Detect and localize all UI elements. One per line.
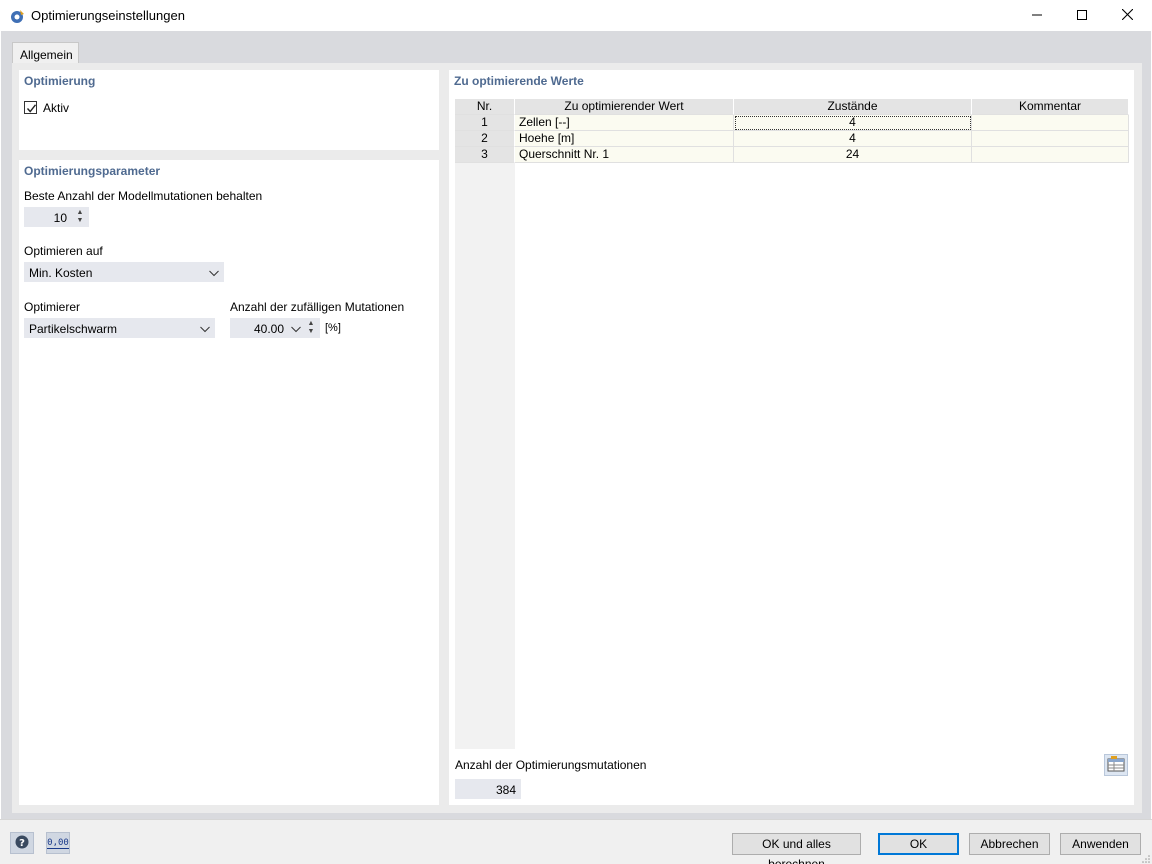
row-number: 2 [455, 131, 515, 147]
row-number: 3 [455, 147, 515, 163]
table-header: Nr. Zu optimierender Wert Zustände Komme… [455, 99, 1129, 115]
spinner-arrows-icon[interactable]: ▲ ▼ [305, 319, 317, 337]
optimizer-select[interactable]: Partikelschwarm [24, 318, 215, 338]
row-comment[interactable] [972, 147, 1129, 163]
optimize-for-select[interactable]: Min. Kosten [24, 262, 224, 282]
minimize-button[interactable] [1014, 0, 1060, 31]
row-number: 1 [455, 115, 515, 131]
active-label: Aktiv [43, 101, 70, 115]
maximize-button[interactable] [1059, 0, 1105, 31]
ok-button[interactable]: OK [878, 833, 959, 855]
column-header-value[interactable]: Zu optimierender Wert [515, 99, 734, 115]
mutations-value: 384 [455, 779, 521, 799]
random-mutations-spinner[interactable]: 40.00 ▲ ▼ [230, 318, 320, 338]
units-icon: 0,00 [47, 837, 69, 849]
values-section-title: Zu optimierende Werte [454, 74, 584, 88]
title-bar: Optimierungseinstellungen [0, 0, 1152, 31]
maximize-icon [1077, 9, 1087, 23]
optimizer-value: Partikelschwarm [29, 322, 118, 336]
dialog-footer: ? 0,00 OK und alles berechnen OK Abbrech… [0, 819, 1152, 864]
apply-button[interactable]: Anwenden [1060, 833, 1141, 855]
table-row[interactable]: 2 Hoehe [m] 4 [455, 131, 1129, 147]
random-mutations-value: 40.00 [253, 322, 284, 336]
table-row[interactable]: 3 Querschnitt Nr. 1 24 [455, 147, 1129, 163]
optimizer-label: Optimierer [24, 300, 81, 314]
resize-grip-icon[interactable] [1140, 852, 1150, 863]
row-comment[interactable] [972, 115, 1129, 131]
optimize-for-label: Optimieren auf [24, 244, 103, 258]
row-states[interactable]: 4 [734, 115, 972, 131]
ok-calculate-button[interactable]: OK und alles berechnen [732, 833, 861, 864]
values-panel: Zu optimierende Werte Nr. Zu optimierend… [449, 70, 1134, 805]
column-header-states[interactable]: Zustände [734, 99, 972, 115]
keep-best-value: 10 [53, 211, 67, 225]
row-comment[interactable] [972, 131, 1129, 147]
row-header-column [455, 163, 515, 749]
tab-page-allgemein: Optimierung Aktiv Optimierungsparameter … [12, 63, 1142, 813]
random-mutations-unit: [%] [325, 322, 341, 334]
help-icon: ? [14, 834, 30, 853]
optimization-section-title: Optimierung [24, 74, 96, 88]
parameters-panel: Optimierungsparameter Beste Anzahl der M… [19, 160, 439, 805]
parameters-section-title: Optimierungsparameter [24, 164, 161, 178]
row-name[interactable]: Hoehe [m] [515, 131, 734, 147]
row-name[interactable]: Zellen [--] [515, 115, 734, 131]
svg-text:?: ? [19, 838, 25, 849]
chevron-down-icon[interactable] [291, 323, 301, 333]
table-export-icon [1107, 755, 1125, 775]
keep-best-label: Beste Anzahl der Modellmutationen behalt… [24, 189, 263, 203]
column-header-nr[interactable]: Nr. [455, 99, 515, 115]
table-export-button[interactable] [1104, 754, 1128, 776]
chevron-down-icon [209, 267, 219, 277]
random-mutations-label: Anzahl der zufälligen Mutationen [230, 300, 405, 314]
row-states[interactable]: 4 [734, 131, 972, 147]
active-checkbox[interactable] [24, 101, 37, 114]
tab-allgemein[interactable]: Allgemein [12, 42, 79, 64]
minimize-icon [1032, 9, 1042, 23]
window-title: Optimierungseinstellungen [31, 8, 185, 23]
row-states[interactable]: 24 [734, 147, 972, 163]
close-icon [1121, 8, 1133, 23]
cancel-button[interactable]: Abbrechen [969, 833, 1050, 855]
optimization-panel: Optimierung Aktiv [19, 70, 439, 150]
close-button[interactable] [1104, 0, 1150, 31]
column-header-comment[interactable]: Kommentar [972, 99, 1129, 115]
chevron-down-icon [200, 323, 210, 333]
dialog-client: Allgemein Optimierung Aktiv Optimierungs… [1, 31, 1151, 819]
keep-best-spinner[interactable]: 10 ▲ ▼ [24, 207, 89, 227]
help-button[interactable]: ? [10, 832, 34, 854]
table-row[interactable]: 1 Zellen [--] 4 [455, 115, 1129, 131]
units-button[interactable]: 0,00 [46, 832, 70, 854]
row-name[interactable]: Querschnitt Nr. 1 [515, 147, 734, 163]
mutations-label: Anzahl der Optimierungsmutationen [455, 758, 647, 772]
optimize-for-value: Min. Kosten [29, 266, 93, 280]
spinner-arrows-icon[interactable]: ▲ ▼ [74, 208, 86, 226]
app-gear-icon [9, 8, 25, 24]
